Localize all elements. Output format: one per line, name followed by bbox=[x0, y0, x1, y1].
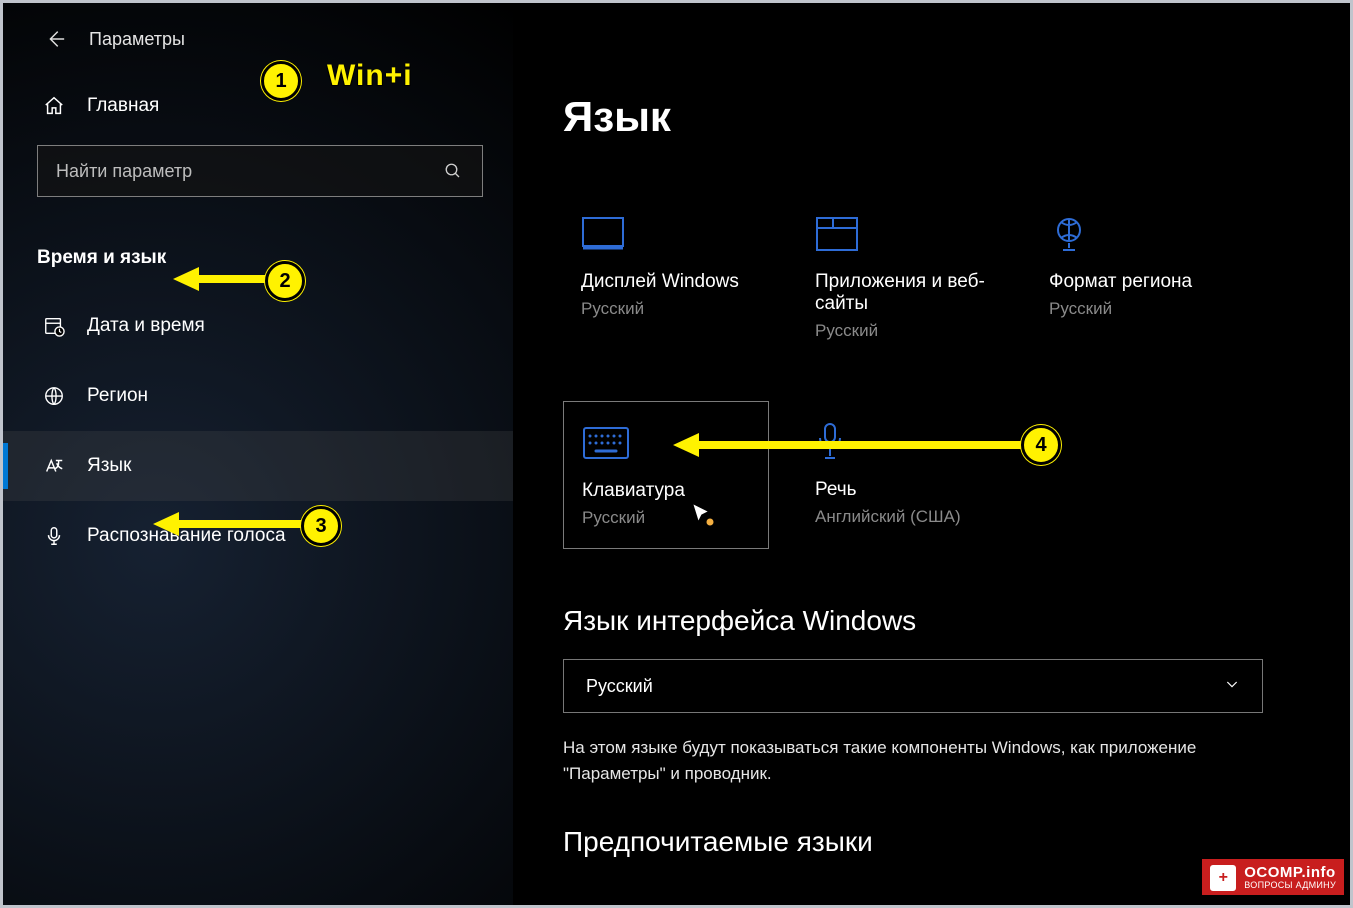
annotation-tip-text: Win+i bbox=[327, 59, 413, 93]
tile-title: Клавиатура bbox=[582, 480, 752, 502]
search-icon bbox=[442, 160, 464, 182]
sidebar-item-label: Регион bbox=[87, 385, 148, 407]
back-button[interactable] bbox=[43, 27, 67, 51]
sidebar-item-region[interactable]: Регион bbox=[3, 361, 513, 431]
tile-region[interactable]: Формат региона Русский bbox=[1031, 193, 1237, 361]
main-content: Язык Дисплей Windows Русский Приложения … bbox=[513, 3, 1350, 905]
tile-display[interactable]: Дисплей Windows Русский bbox=[563, 193, 769, 361]
page-title: Язык bbox=[563, 93, 1280, 141]
search-input[interactable] bbox=[56, 161, 442, 182]
tile-sub: Русский bbox=[582, 508, 752, 528]
sidebar: Параметры Главная Время и язык Дата и вр… bbox=[3, 3, 513, 905]
tile-sub: Русский bbox=[581, 299, 753, 319]
preferred-lang-heading: Предпочитаемые языки bbox=[563, 826, 1280, 858]
tile-title: Формат региона bbox=[1049, 271, 1221, 293]
dropdown-value: Русский bbox=[586, 676, 653, 697]
annotation-marker-4: 4 bbox=[1021, 425, 1061, 465]
tile-sub: Русский bbox=[1049, 299, 1221, 319]
microphone-icon bbox=[815, 419, 987, 465]
sidebar-item-speech[interactable]: Распознавание голоса bbox=[3, 501, 513, 571]
calendar-clock-icon bbox=[43, 315, 65, 337]
sidebar-item-label: Дата и время bbox=[87, 315, 205, 337]
sidebar-item-label: Язык bbox=[87, 455, 131, 477]
sidebar-item-language[interactable]: Язык bbox=[3, 431, 513, 501]
sidebar-item-label: Распознавание голоса bbox=[87, 525, 286, 547]
tile-speech[interactable]: Речь Английский (США) bbox=[797, 401, 1003, 549]
watermark-badge: + OCOMP.info ВОПРОСЫ АДМИНУ bbox=[1202, 859, 1344, 895]
microphone-icon bbox=[43, 525, 65, 547]
keyboard-icon bbox=[582, 420, 752, 466]
app-title: Параметры bbox=[89, 29, 185, 50]
monitor-icon bbox=[581, 211, 753, 257]
language-tiles: Дисплей Windows Русский Приложения и веб… bbox=[563, 193, 1280, 549]
tile-keyboard[interactable]: Клавиатура Русский bbox=[563, 401, 769, 549]
arrow-left-icon bbox=[44, 28, 66, 50]
home-label: Главная bbox=[87, 95, 159, 117]
annotation-marker-1: 1 bbox=[261, 61, 301, 101]
language-icon bbox=[43, 455, 65, 477]
home-icon bbox=[43, 95, 65, 117]
sidebar-item-datetime[interactable]: Дата и время bbox=[3, 291, 513, 361]
watermark-line2: ВОПРОСЫ АДМИНУ bbox=[1244, 881, 1336, 890]
tile-sub: Русский bbox=[815, 321, 987, 341]
watermark-line1: OCOMP.info bbox=[1244, 865, 1336, 881]
cursor-icon bbox=[689, 501, 717, 529]
home-button[interactable]: Главная bbox=[3, 71, 513, 141]
window-icon bbox=[815, 211, 987, 257]
annotation-marker-3: 3 bbox=[301, 506, 341, 546]
globe-stand-icon bbox=[1049, 211, 1221, 257]
plus-icon: + bbox=[1210, 865, 1236, 891]
sidebar-section-title: Время и язык bbox=[3, 225, 513, 291]
tile-title: Дисплей Windows bbox=[581, 271, 753, 293]
chevron-down-icon bbox=[1224, 676, 1240, 697]
tile-title: Речь bbox=[815, 479, 987, 501]
globe-icon bbox=[43, 385, 65, 407]
interface-lang-heading: Язык интерфейса Windows bbox=[563, 605, 1280, 637]
interface-lang-description: На этом языке будут показываться такие к… bbox=[563, 735, 1280, 786]
tile-title: Приложения и веб-сайты bbox=[815, 271, 987, 315]
interface-lang-dropdown[interactable]: Русский bbox=[563, 659, 1263, 713]
annotation-marker-2: 2 bbox=[265, 261, 305, 301]
tile-apps[interactable]: Приложения и веб-сайты Русский bbox=[797, 193, 1003, 361]
tile-sub: Английский (США) bbox=[815, 507, 987, 527]
search-input-container[interactable] bbox=[37, 145, 483, 197]
